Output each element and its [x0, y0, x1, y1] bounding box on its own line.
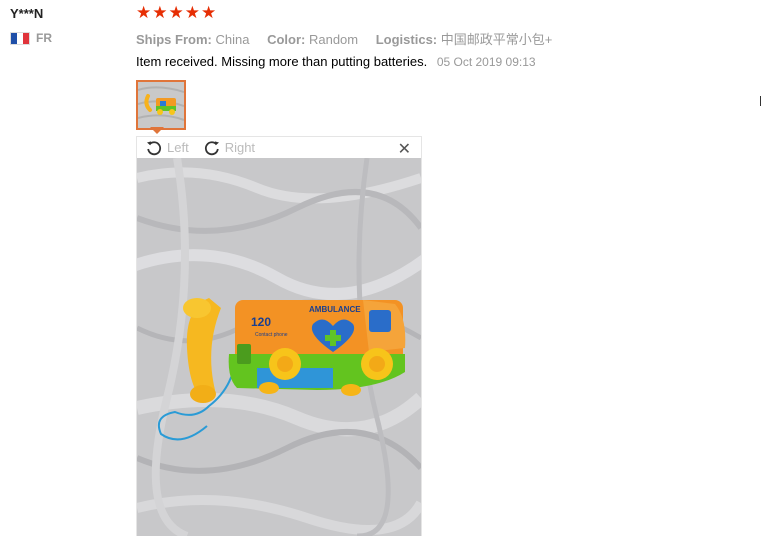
photo-viewer: Left Right ✕ 120 AMBULANCE Contact phone: [136, 136, 422, 536]
star-icon: ★: [136, 3, 152, 23]
color-attr: Color: Random: [267, 32, 358, 47]
star-icon: ★: [168, 3, 184, 23]
rotate-right-icon: [204, 140, 219, 155]
logistics-attr: Logistics: 中国邮政平常小包+: [376, 32, 553, 47]
review-date: 05 Oct 2019 09:13: [436, 55, 536, 69]
star-rating: ★ ★ ★ ★ ★: [136, 4, 216, 22]
color-value: Random: [308, 32, 359, 47]
ships-from: Ships From: China: [136, 32, 249, 47]
rotate-right-label: Right: [224, 140, 256, 155]
ships-from-value: China: [215, 32, 250, 47]
svg-text:AMBULANCE: AMBULANCE: [309, 305, 361, 314]
scrollbar-edge: [760, 96, 761, 106]
rotate-left-button[interactable]: Left: [145, 139, 189, 157]
rotate-right-button[interactable]: Right: [203, 139, 255, 157]
photo-viewer-toolbar: Left Right ✕: [137, 137, 421, 158]
thumbnail-pointer: [150, 127, 164, 134]
star-icon: ★: [184, 3, 200, 23]
logistics-value: 中国邮政平常小包+: [440, 32, 553, 47]
logistics-label: Logistics:: [375, 32, 438, 47]
ships-from-label: Ships From:: [136, 32, 212, 47]
review-photo-thumbnail[interactable]: [136, 80, 186, 130]
rotate-left-label: Left: [167, 140, 189, 155]
flag-fr-icon: [10, 31, 30, 45]
reviewer-country: FR: [10, 31, 52, 45]
rotate-left-icon: [147, 140, 162, 155]
review-text: Item received. Missing more than putting…: [136, 54, 428, 69]
review-photo: 120 AMBULANCE Contact phone: [137, 158, 421, 536]
review-content: Item received. Missing more than putting…: [136, 54, 536, 69]
svg-text:120: 120: [251, 315, 271, 329]
star-icon: ★: [152, 3, 168, 23]
color-label: Color:: [267, 32, 306, 47]
svg-text:Contact phone: Contact phone: [255, 332, 288, 338]
star-icon: ★: [201, 3, 217, 23]
order-attributes: Ships From: China Color: Random Logistic…: [136, 29, 566, 48]
close-icon[interactable]: ✕: [398, 139, 411, 158]
country-code: FR: [36, 31, 52, 45]
reviewer-name: Y***N: [10, 6, 44, 21]
